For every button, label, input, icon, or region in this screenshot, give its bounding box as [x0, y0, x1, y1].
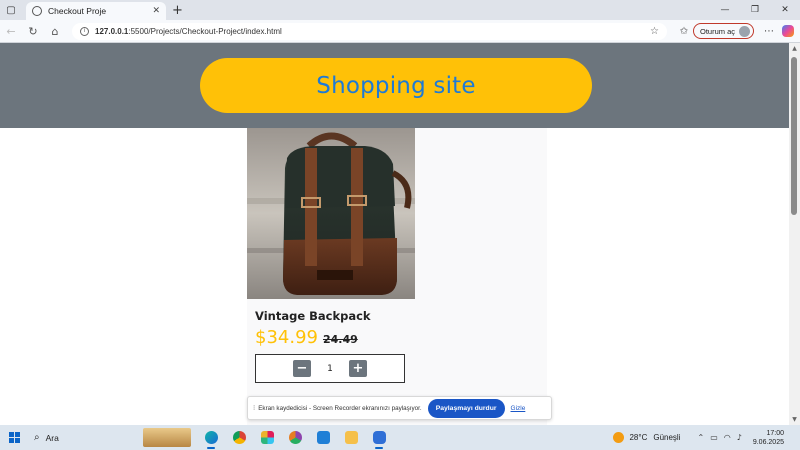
chevron-up-icon[interactable]: ⌃ — [697, 433, 704, 442]
windows-logo-icon — [8, 432, 20, 443]
price-row: $34.99 24.49 — [255, 327, 358, 348]
clock-time: 17:00 — [766, 429, 784, 437]
screen-recorder-app-icon[interactable] — [368, 427, 390, 449]
start-button[interactable] — [0, 432, 28, 443]
page-viewport: Shopping site Vintage Backpack $34.99 24… — [0, 43, 789, 425]
product-card: Vintage Backpack $34.99 24.49 − 1 + — [247, 128, 547, 425]
slack-app-icon[interactable] — [256, 427, 278, 449]
chrome-app-icon[interactable] — [228, 427, 250, 449]
back-icon[interactable]: ← — [0, 25, 22, 38]
wifi-icon[interactable]: ◠ — [724, 433, 731, 442]
decrement-button[interactable]: − — [293, 360, 311, 377]
restore-icon[interactable]: ❐ — [740, 0, 770, 20]
globe-icon — [32, 6, 42, 16]
home-icon[interactable]: ⌂ — [44, 25, 66, 38]
browser-tab-bar: ▢ Checkout Proje ✕ + — ❐ ✕ — [0, 0, 800, 20]
window-close-icon[interactable]: ✕ — [770, 0, 800, 20]
quantity-value: 1 — [327, 363, 333, 374]
product-price: $34.99 — [255, 327, 318, 348]
file-explorer-icon[interactable] — [340, 427, 362, 449]
new-tab-icon[interactable]: + — [172, 3, 183, 18]
photos-app-icon[interactable] — [284, 427, 306, 449]
address-toolbar: ← ↻ ⌂ i 127.0.0.1:5500/Projects/Checkout… — [0, 20, 800, 43]
window-controls: — ❐ ✕ — [710, 0, 800, 20]
more-options-icon[interactable]: ⋯ — [760, 26, 778, 37]
drag-handle-icon[interactable]: ⁞ — [253, 404, 255, 412]
minimize-icon[interactable]: — — [710, 0, 740, 20]
tab-title: Checkout Proje — [48, 6, 107, 16]
edge-app-icon[interactable] — [200, 427, 222, 449]
signin-button[interactable]: Oturum aç — [692, 23, 754, 39]
site-header: Shopping site — [0, 43, 789, 128]
stop-sharing-button[interactable]: Paylaşmayı durdur — [427, 398, 505, 418]
sun-icon — [613, 432, 625, 443]
search-highlight-image[interactable] — [143, 428, 191, 447]
workspaces-icon[interactable]: ▢ — [0, 5, 22, 16]
volume-icon[interactable]: ♪ — [737, 433, 742, 442]
site-info-icon[interactable]: i — [80, 26, 89, 36]
tab-close-icon[interactable]: ✕ — [152, 6, 160, 16]
copilot-icon[interactable] — [782, 25, 794, 37]
battery-icon[interactable]: ▭ — [710, 433, 718, 442]
taskbar-clock[interactable]: 17:00 9.06.2025 — [753, 429, 784, 447]
search-label: Ara — [45, 432, 59, 443]
avatar — [739, 25, 750, 37]
favorite-star-icon[interactable]: ☆ — [650, 26, 659, 37]
product-old-price: 24.49 — [322, 333, 358, 346]
address-bar[interactable]: i 127.0.0.1:5500/Projects/Checkout-Proje… — [72, 22, 667, 40]
url-text[interactable]: 127.0.0.1:5500/Projects/Checkout-Project… — [95, 27, 650, 36]
browser-tab[interactable]: Checkout Proje ✕ — [26, 2, 166, 20]
increment-button[interactable]: + — [349, 360, 367, 377]
refresh-icon[interactable]: ↻ — [22, 25, 44, 38]
signin-label: Oturum aç — [699, 26, 735, 36]
url-host: 127.0.0.1 — [95, 26, 129, 36]
share-notification-text: Ekran kaydedicisi - Screen Recorder ekra… — [258, 404, 422, 412]
site-title-banner: Shopping site — [200, 58, 592, 113]
favorites-icon[interactable]: ✩ — [675, 26, 693, 37]
clock-date: 9.06.2025 — [752, 438, 784, 446]
taskbar-search[interactable]: ⌕ Ara — [28, 428, 143, 447]
hide-link[interactable]: Gizle — [511, 405, 526, 412]
backpack-image — [247, 128, 415, 299]
product-name: Vintage Backpack — [255, 309, 371, 323]
url-path: :5500/Projects/Checkout-Project/index.ht… — [128, 26, 282, 36]
site-title: Shopping site — [316, 72, 476, 99]
system-tray: ⌃ ▭ ◠ ♪ — [694, 433, 744, 442]
vscode-app-icon[interactable] — [312, 427, 334, 449]
scroll-down-icon[interactable]: ▼ — [789, 414, 800, 425]
page-scrollbar[interactable]: ▲ ▼ — [789, 43, 800, 425]
temperature: 28°C — [629, 433, 648, 442]
scroll-thumb[interactable] — [791, 57, 797, 215]
scroll-up-icon[interactable]: ▲ — [789, 43, 800, 54]
taskbar: ⌕ Ara 28°C Güneşli ⌃ ▭ ◠ ♪ 17:00 9.06.20… — [0, 425, 800, 450]
screen-share-notification: ⁞ Ekran kaydedicisi - Screen Recorder ek… — [247, 396, 552, 420]
weather-condition: Güneşli — [653, 433, 681, 442]
product-image — [247, 128, 415, 299]
weather-widget[interactable]: 28°C Güneşli — [613, 432, 680, 443]
search-icon: ⌕ — [34, 432, 40, 443]
quantity-stepper: − 1 + — [255, 354, 405, 383]
